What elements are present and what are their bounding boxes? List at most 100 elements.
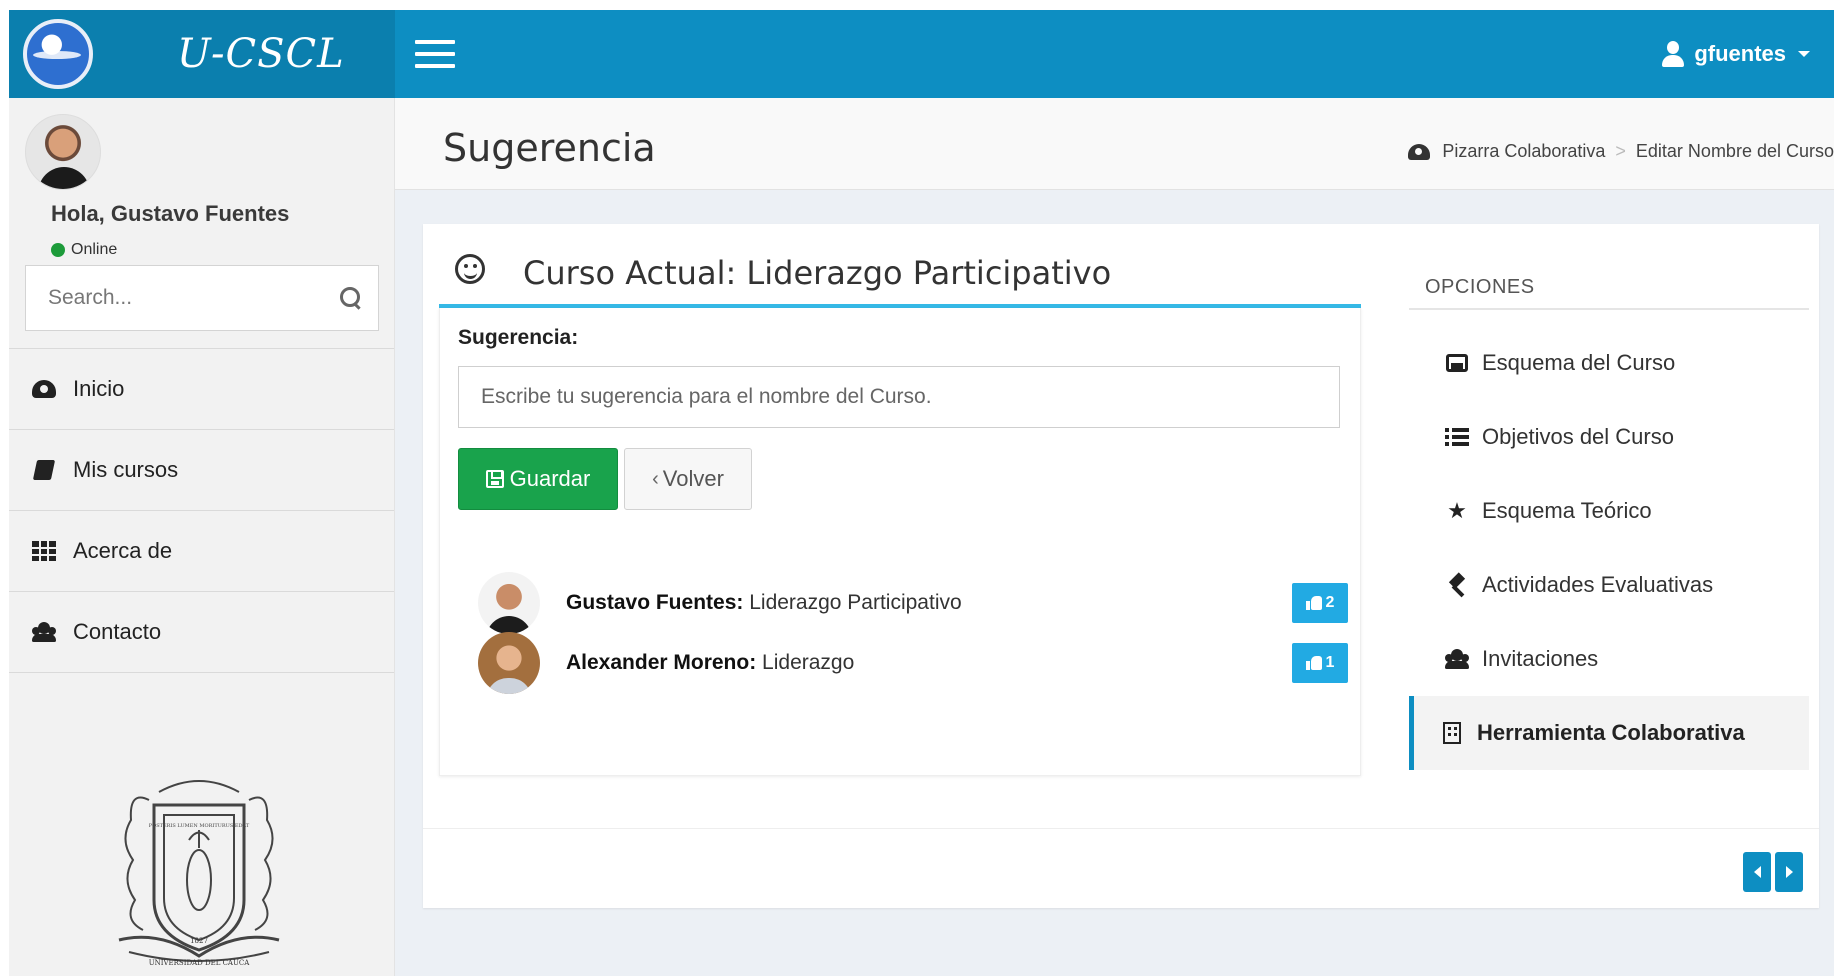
breadcrumb-item-pizarra[interactable]: Pizarra Colaborativa <box>1442 141 1605 162</box>
vote-count: 2 <box>1325 594 1335 611</box>
suggestion-panel: Curso Actual: Liderazgo Participativo Su… <box>439 224 1361 776</box>
sidebar-menu: Inicio Mis cursos Acerca de Contacto <box>9 348 394 673</box>
option-label: Esquema Teórico <box>1482 498 1652 523</box>
vote-count: 1 <box>1325 654 1335 671</box>
back-button-label: Volver <box>662 466 724 491</box>
option-label: Esquema del Curso <box>1482 350 1676 375</box>
book-icon <box>31 459 57 481</box>
university-crest-logo: 1827 UNIVERSIDAD DEL CAUCA POSTERIS LUME… <box>118 780 280 967</box>
hamburger-menu-icon[interactable] <box>415 40 455 68</box>
save-button[interactable]: Guardar <box>458 448 618 510</box>
sidebar-search-box <box>25 265 379 331</box>
caret-down-icon <box>1798 51 1810 57</box>
caret-left-icon <box>1753 866 1761 878</box>
option-label: Invitaciones <box>1482 646 1599 671</box>
content-header: Sugerencia Pizarra Colaborativa > Editar… <box>395 98 1834 190</box>
floppy-icon <box>485 470 504 488</box>
avatar <box>478 572 540 634</box>
avatar <box>25 114 101 190</box>
sidebar-item-label: Inicio <box>73 376 125 401</box>
list-icon <box>1444 426 1470 448</box>
suggestion-author: Gustavo Fuentes: <box>566 591 744 614</box>
thumbs-up-icon <box>1305 596 1322 610</box>
page-title: Sugerencia <box>443 126 656 170</box>
suggestion-value: Liderazgo <box>762 651 855 674</box>
option-invitaciones[interactable]: Invitaciones <box>1409 622 1809 696</box>
options-title: OPCIONES <box>1409 254 1809 310</box>
navbar-main: gfuentes <box>395 10 1834 98</box>
back-button[interactable]: ‹ Volver <box>624 448 752 510</box>
breadcrumb-separator: > <box>1615 141 1626 161</box>
panel-body: Sugerencia: Guardar ‹ Volver Gustavo Fue… <box>439 308 1361 776</box>
user-menu-dropdown[interactable]: gfuentes <box>1662 41 1810 67</box>
options-list: Esquema del Curso Objetivos del Curso ★ … <box>1409 326 1809 770</box>
option-esquema-del-curso[interactable]: Esquema del Curso <box>1409 326 1809 400</box>
user-menu-label: gfuentes <box>1694 41 1786 66</box>
sidebar-item-label: Contacto <box>73 619 162 644</box>
online-status-label: Online <box>71 241 118 258</box>
user-panel: Hola, Gustavo Fuentes Online <box>9 98 394 265</box>
option-actividades-evaluativas[interactable]: Actividades Evaluativas <box>1409 548 1809 622</box>
previous-button[interactable] <box>1743 852 1771 892</box>
grid-icon <box>31 540 57 562</box>
suggestion-input[interactable] <box>458 366 1340 428</box>
caret-right-icon <box>1785 866 1793 878</box>
box-footer-divider <box>423 828 1819 829</box>
option-objetivos-del-curso[interactable]: Objetivos del Curso <box>1409 400 1809 474</box>
suggestion-text: Alexander Moreno: Liderazgo <box>566 651 1292 675</box>
users-icon <box>1444 648 1470 670</box>
pager <box>1743 852 1803 892</box>
gavel-icon <box>1444 574 1470 596</box>
vote-button[interactable]: 2 <box>1292 583 1348 623</box>
star-icon: ★ <box>1447 498 1467 523</box>
main-content-box: Curso Actual: Liderazgo Participativo Su… <box>423 224 1819 908</box>
save-button-label: Guardar <box>509 466 591 491</box>
sidebar-item-contacto[interactable]: Contacto <box>9 592 394 673</box>
suggestion-label: Sugerencia: <box>458 326 579 349</box>
app-frame: U-CSCL gfuentes Hola, Gustavo Fuentes On… <box>9 10 1834 976</box>
users-icon <box>31 621 57 643</box>
thumbs-up-icon <box>1305 656 1322 670</box>
logo-area[interactable]: U-CSCL <box>9 10 395 98</box>
crest-motto-text: POSTERIS LUMEN MORITURUS EDAT <box>149 823 250 829</box>
vote-button[interactable]: 1 <box>1292 643 1348 683</box>
option-label: Herramienta Colaborativa <box>1477 720 1745 745</box>
search-icon[interactable] <box>340 287 362 309</box>
app-logo-text: U-CSCL <box>177 31 345 77</box>
sidebar-item-label: Acerca de <box>73 538 173 563</box>
crest-name-text: UNIVERSIDAD DEL CAUCA <box>149 959 251 967</box>
chevron-left-icon: ‹ <box>652 467 659 490</box>
suggestion-item: Gustavo Fuentes: Liderazgo Participativo… <box>478 572 1348 634</box>
panel-title: Curso Actual: Liderazgo Participativo <box>523 254 1112 292</box>
sidebar-item-acerca-de[interactable]: Acerca de <box>9 511 394 592</box>
option-label: Actividades Evaluativas <box>1482 572 1714 597</box>
dashboard-icon <box>1408 143 1431 160</box>
inbox-icon <box>1444 352 1470 374</box>
top-navbar: U-CSCL gfuentes <box>9 10 1834 98</box>
sidebar-item-inicio[interactable]: Inicio <box>9 349 394 430</box>
panel-header: Curso Actual: Liderazgo Participativo <box>439 254 1361 308</box>
suggestion-author: Alexander Moreno: <box>566 651 757 674</box>
globe-logo-icon <box>23 19 93 89</box>
next-button[interactable] <box>1775 852 1803 892</box>
sidebar-item-mis-cursos[interactable]: Mis cursos <box>9 430 394 511</box>
option-herramienta-colaborativa[interactable]: Herramienta Colaborativa <box>1409 696 1809 770</box>
suggestion-value: Liderazgo Participativo <box>749 591 962 614</box>
sidebar: Hola, Gustavo Fuentes Online Inicio Mis … <box>9 98 395 976</box>
user-icon <box>1662 41 1685 67</box>
option-label: Objetivos del Curso <box>1482 424 1674 449</box>
greeting-text: Hola, Gustavo Fuentes <box>51 201 290 226</box>
avatar <box>478 632 540 694</box>
online-status: Online <box>51 241 117 259</box>
smile-icon <box>455 254 485 284</box>
crest-year-text: 1827 <box>190 937 208 945</box>
breadcrumb: Pizarra Colaborativa > Editar Nombre del… <box>1408 141 1834 162</box>
sidebar-search-form <box>9 265 394 331</box>
sidebar-item-label: Mis cursos <box>73 457 179 482</box>
breadcrumb-item-current: Editar Nombre del Curso <box>1635 141 1834 161</box>
options-menu: OPCIONES Esquema del Curso Objetivos del… <box>1409 254 1809 770</box>
online-dot-icon <box>51 243 65 257</box>
suggestion-item: Alexander Moreno: Liderazgo 1 <box>478 632 1348 694</box>
search-input[interactable] <box>48 286 328 310</box>
option-esquema-teorico[interactable]: ★ Esquema Teórico <box>1409 474 1809 548</box>
